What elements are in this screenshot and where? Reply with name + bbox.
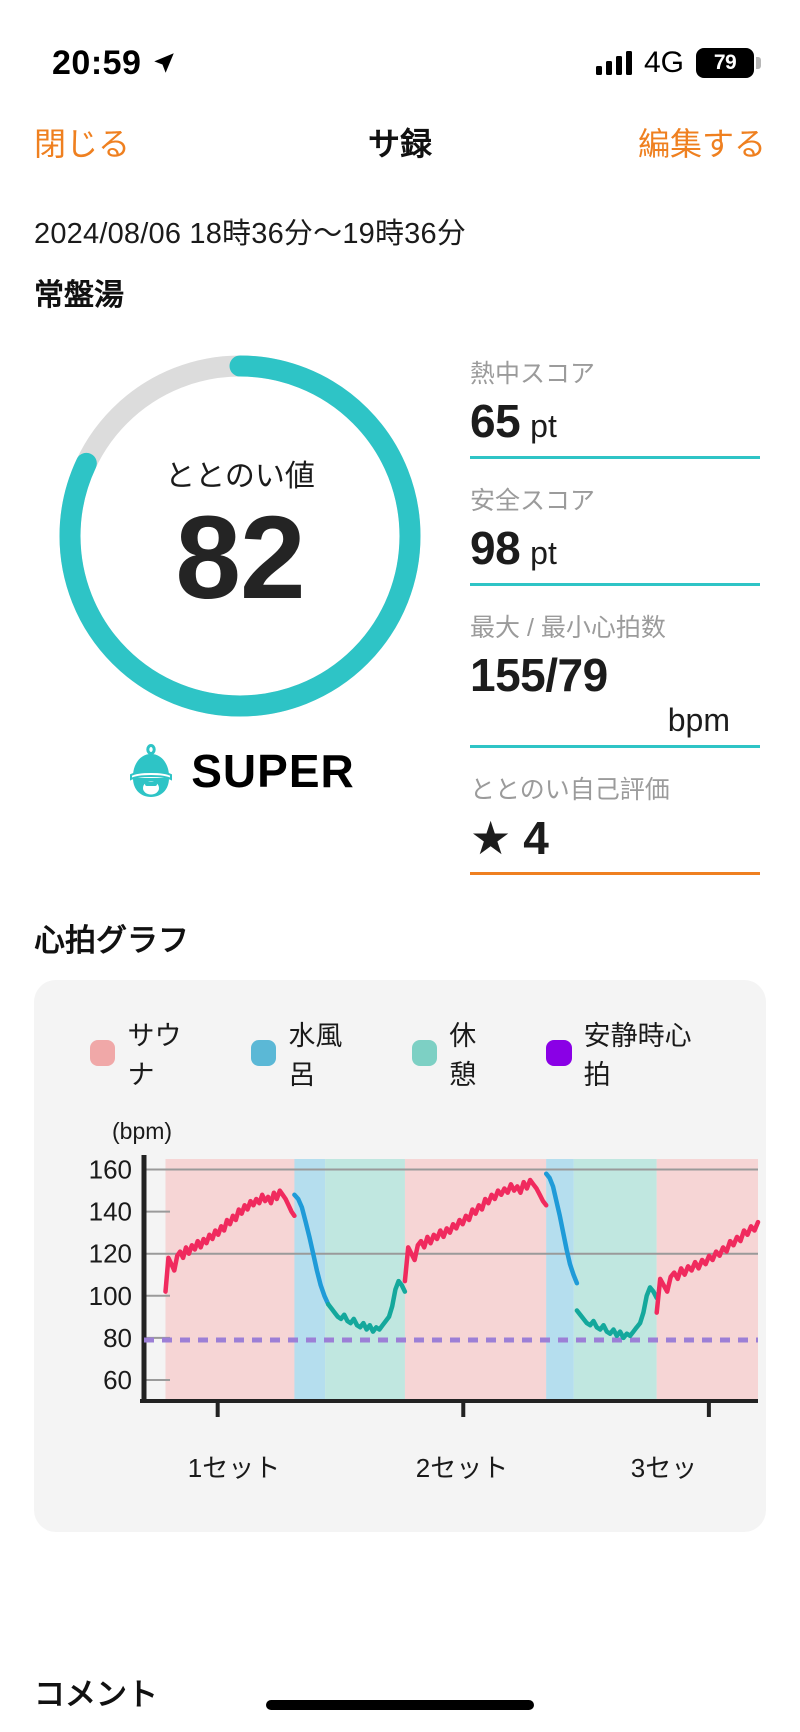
stat-heat-score: 熱中スコア 65 pt (470, 354, 760, 459)
record-date-range: 2024/08/06 18時36分〜19時36分 (34, 218, 467, 250)
chart-section-title: 心拍グラフ (34, 923, 189, 958)
xtick-label-2: 2セット (415, 1453, 509, 1483)
stat-value: 155/79 (470, 649, 608, 701)
stat-rule (470, 456, 760, 459)
legend-item-cold-bath: 水風呂 (250, 1014, 368, 1092)
summary-section: ととのい値 82 SUPER 熱中スコア 65 pt 安全スコア 98 pt 最… (0, 314, 800, 897)
legend-label: 安静時心拍 (583, 1021, 692, 1090)
stat-rule (470, 583, 760, 586)
legend-label: 休憩 (449, 1021, 477, 1090)
record-info: 2024/08/06 18時36分〜19時36分 常盤湯 (0, 188, 800, 314)
legend-swatch (411, 1040, 438, 1066)
chart-x-axis-labels: 1セット 2セット 3セッ (56, 1444, 744, 1502)
legend-label: 水風呂 (288, 1021, 343, 1090)
status-time: 20:59 (52, 43, 142, 82)
record-venue: 常盤湯 (34, 279, 124, 312)
stat-unit: bpm (667, 702, 730, 738)
stat-rule (470, 872, 760, 875)
cellular-bars-icon (595, 51, 632, 75)
gauge-value: 82 (175, 492, 305, 625)
gauge-center-text: ととのい値 82 (50, 346, 430, 726)
stat-label: 最大 / 最小心拍数 (470, 614, 666, 642)
status-bar-right: 4G 79 (595, 46, 761, 80)
legend-item-rest: 休憩 (411, 1014, 502, 1092)
navigation-bar: 閉じる サ録 編集する (0, 96, 800, 188)
close-button[interactable]: 閉じる (34, 119, 130, 165)
stat-value: 65 (470, 395, 521, 447)
stat-label: ととのい自己評価 (470, 776, 670, 804)
gauge-label: ととのい値 (165, 460, 315, 494)
svg-text:120: 120 (89, 1239, 132, 1269)
stat-max-min-heart-rate: 最大 / 最小心拍数 155/79 bpm (470, 608, 760, 748)
legend-item-resting-hr: 安静時心拍 (546, 1014, 716, 1092)
svg-text:140: 140 (89, 1197, 132, 1227)
status-bar-left: 20:59 (52, 44, 177, 83)
network-type: 4G (643, 46, 684, 79)
stat-unit: pt (530, 408, 557, 444)
stat-value-row: 155/79 bpm (470, 648, 760, 739)
stat-unit: pt (530, 535, 557, 571)
svg-text:60: 60 (103, 1365, 132, 1395)
svg-text:80: 80 (103, 1323, 132, 1353)
totonoi-gauge: ととのい値 82 (50, 346, 430, 726)
totonoi-gauge-column: ととのい値 82 SUPER (30, 346, 450, 897)
heart-rate-chart-svg: 160 140 120 100 80 60 (89, 1155, 761, 1417)
legend-item-sauna: サウナ (90, 1014, 207, 1092)
location-arrow-icon (154, 53, 175, 73)
stat-label: 安全スコア (470, 487, 596, 515)
home-indicator[interactable] (266, 1700, 534, 1710)
legend-swatch (546, 1040, 572, 1066)
rank-badge: SUPER (125, 744, 354, 798)
legend-swatch (90, 1040, 116, 1066)
battery-indicator: 79 (696, 48, 761, 78)
comment-section-title: コメント (34, 1677, 158, 1712)
chart-legend: サウナ 水風呂 休憩 安静時心拍 (56, 1014, 744, 1092)
svg-text:100: 100 (89, 1281, 132, 1311)
stat-self-rating: ととのい自己評価 ★ 4 (470, 770, 760, 875)
legend-label: サウナ (127, 1021, 182, 1090)
heart-rate-value-wrap: 155/79 bpm (470, 648, 730, 739)
legend-swatch (250, 1040, 277, 1066)
sauna-hat-mascot-icon (130, 744, 173, 797)
star-icon: ★ (470, 812, 512, 864)
stat-value-row: 65 pt (470, 394, 760, 450)
chart-plot-area: 160 140 120 100 80 60 (56, 1149, 761, 1444)
stats-column: 熱中スコア 65 pt 安全スコア 98 pt 最大 / 最小心拍数 155/7… (450, 346, 770, 897)
svg-text:160: 160 (89, 1155, 132, 1185)
edit-button[interactable]: 編集する (638, 119, 766, 165)
stat-rule (470, 745, 760, 748)
stat-value-row: 98 pt (470, 521, 760, 577)
xtick-label-3: 3セッ (630, 1453, 698, 1483)
battery-level: 79 (713, 51, 737, 74)
stat-value: 4 (523, 812, 549, 864)
stat-value: 98 (470, 522, 521, 574)
rank-label: SUPER (191, 745, 355, 797)
heart-rate-chart-card: サウナ 水風呂 休憩 安静時心拍 (bpm) 160 140 120 100 80 60 … (34, 980, 766, 1532)
chart-y-axis-unit: (bpm) (112, 1118, 173, 1144)
status-bar: 20:59 4G 79 (0, 0, 800, 96)
stat-value-row: ★ 4 (470, 810, 760, 866)
xtick-label-1: 1セット (187, 1453, 281, 1483)
stat-label: 熱中スコア (470, 360, 596, 388)
stat-safety-score: 安全スコア 98 pt (470, 481, 760, 586)
